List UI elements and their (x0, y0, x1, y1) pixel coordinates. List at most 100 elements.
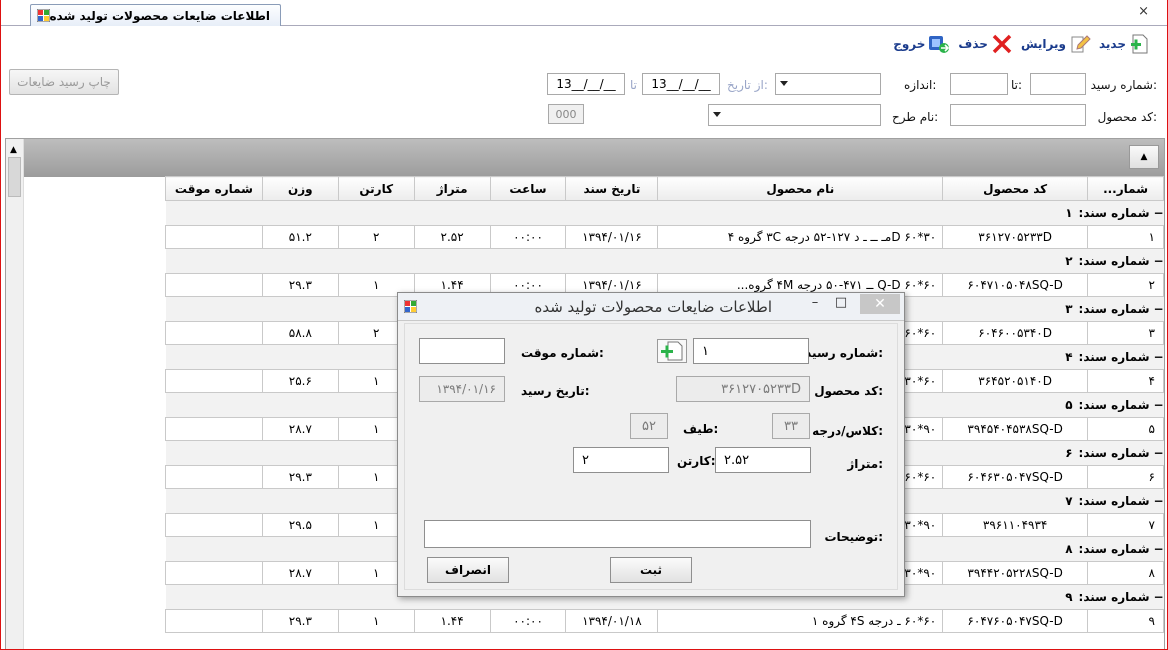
cell-receipt-no: ۶ (1087, 465, 1164, 489)
dlg-class-field: ۳۳ (772, 413, 810, 439)
scroll-up-icon[interactable]: ▲ (10, 145, 17, 155)
header-row: شمار... کد محصول نام محصول تاریخ سند ساع… (165, 176, 1164, 201)
tab-strip: اطلاعات ضایعات محصولات تولید شده × (1, 0, 1167, 26)
vertical-scrollbar[interactable]: ▲ (6, 139, 24, 649)
new-receipt-button[interactable] (657, 339, 687, 363)
exit-icon (929, 36, 950, 53)
delete-button[interactable]: حذف (958, 33, 1013, 55)
dlg-meter-input[interactable]: ۲.۵۲ (715, 447, 811, 473)
dlg-temp-no-input[interactable] (419, 338, 505, 364)
maximize-button[interactable]: □ (828, 295, 854, 313)
col-temp-no[interactable]: شماره موقت (165, 176, 263, 201)
group-doc-no: ۹ (1065, 590, 1073, 604)
cell-product-code: ۶۰۴۶۳۰۵۰۴۷SQ-D (942, 465, 1089, 489)
group-doc-no: ۲ (1065, 254, 1073, 268)
minimize-button[interactable]: – (802, 295, 828, 313)
cell-weight: ۲۹.۳ (261, 465, 339, 489)
close-tab-icon[interactable]: × (1138, 5, 1149, 19)
cell-temp-no (165, 225, 263, 249)
cell-product-code: ۶۰۴۶۰۰۵۳۴۰D (942, 321, 1089, 345)
col-meterage[interactable]: متراژ (413, 176, 491, 201)
cell-receipt-no: ۹ (1087, 609, 1164, 633)
collapse-group-icon[interactable]: − (1153, 254, 1163, 268)
group-label: شماره سند: (1078, 446, 1150, 460)
collapse-group-icon[interactable]: − (1153, 590, 1163, 604)
cell-temp-no (165, 273, 263, 297)
cell-temp-no (165, 561, 263, 585)
print-waste-receipt-button[interactable]: چاپ رسید ضایعات (9, 69, 119, 95)
group-doc-no: ۳ (1065, 302, 1073, 316)
collapse-group-icon[interactable]: − (1153, 542, 1163, 556)
collapse-group-icon[interactable]: − (1153, 494, 1163, 508)
form-icon (37, 9, 50, 22)
form-icon (404, 300, 417, 313)
from-date-label: از تاریخ: (727, 78, 768, 92)
collapse-panel-button[interactable]: ▲ (1129, 145, 1159, 169)
product-code-input[interactable] (950, 104, 1086, 126)
counter-box: 000 (548, 104, 584, 124)
dlg-notes-input[interactable] (424, 520, 811, 548)
receipt-no-from-input[interactable] (1030, 73, 1086, 95)
chevron-down-icon (713, 112, 721, 117)
collapse-group-icon[interactable]: − (1153, 398, 1163, 412)
table-row[interactable]: ۱ ۳۶۱۲۷۰۵۲۳۳D ۳۰*۶۰ Dمـ ــ ـ د ۱۲۷-۵۲ درجه… (165, 225, 1164, 249)
collapse-group-icon[interactable]: − (1153, 302, 1163, 316)
dlg-receipt-date-label: تاریخ رسید: (521, 384, 590, 398)
design-name-select[interactable] (708, 104, 881, 126)
cancel-button[interactable]: انصراف (427, 557, 509, 583)
col-time[interactable]: ساعت (489, 176, 567, 201)
cell-product-code: ۳۶۴۵۲۰۵۱۴۰D (942, 369, 1089, 393)
submit-button[interactable]: ثبت (610, 557, 692, 583)
to-date-input[interactable]: 13__/__/__ (547, 73, 625, 95)
collapse-group-icon[interactable]: − (1153, 350, 1163, 364)
collapse-group-icon[interactable]: − (1153, 206, 1163, 220)
table-row[interactable]: ۹ ۶۰۴۷۶۰۵۰۴۷SQ-D ۶۰*۶۰ ـ درجه ۴S گروه ۱ ۱۳۹… (165, 609, 1164, 633)
group-label: شماره سند: (1078, 590, 1150, 604)
cell-receipt-no: ۱ (1087, 225, 1164, 249)
edit-pencil-icon (1071, 35, 1091, 53)
col-product-code[interactable]: کد محصول (942, 176, 1089, 201)
col-receipt-no[interactable]: شمار... (1087, 176, 1164, 201)
group-row[interactable]: − شماره سند: ۲ (165, 248, 1164, 274)
cell-product-code: ۶۰۴۷۶۰۵۰۴۷SQ-D (942, 609, 1089, 633)
dlg-carton-input[interactable]: ۲ (573, 447, 669, 473)
collapse-group-icon[interactable]: − (1153, 446, 1163, 460)
col-doc-date[interactable]: تاریخ سند (565, 176, 659, 201)
receipt-no-label: شماره رسید: (1090, 78, 1157, 92)
size-select[interactable] (775, 73, 881, 95)
scroll-thumb[interactable] (8, 157, 21, 197)
col-product-name[interactable]: نام محصول (657, 176, 944, 201)
cell-receipt-no: ۸ (1087, 561, 1164, 585)
dialog-title: اطلاعات ضایعات محصولات تولید شده (534, 298, 772, 316)
tab-waste-info[interactable]: اطلاعات ضایعات محصولات تولید شده (30, 4, 281, 26)
group-header: − شماره سند: ۲ (165, 248, 1164, 274)
group-doc-no: ۷ (1065, 494, 1073, 508)
cell-meterage: ۲.۵۲ (413, 225, 491, 249)
dlg-carton-label: کارتن: (677, 454, 716, 468)
exit-button[interactable]: خروج (893, 33, 950, 55)
col-carton[interactable]: کارتن (337, 176, 415, 201)
group-row[interactable]: − شماره سند: ۱ (165, 200, 1164, 226)
size-label: اندازه: (904, 78, 937, 92)
filter-panel: شماره رسید: تا: اندازه: از تاریخ: 13__/_… (1, 62, 1167, 136)
group-header: − شماره سند: ۱ (165, 200, 1164, 226)
cell-temp-no (165, 417, 263, 441)
dlg-shade-label: طیف: (683, 422, 719, 436)
receipt-no-to-input[interactable] (950, 73, 1008, 95)
group-doc-no: ۸ (1065, 542, 1073, 556)
new-button[interactable]: جدید (1099, 33, 1151, 55)
to-label: تا: (1011, 78, 1023, 92)
from-date-input[interactable]: 13__/__/__ (642, 73, 720, 95)
dialog-body: شماره رسید: ۱ شماره موقت: کد محصول: ۳۶۱۲… (404, 323, 898, 590)
dlg-receipt-no-input[interactable]: ۱ (693, 338, 809, 364)
col-weight[interactable]: وزن (261, 176, 339, 201)
dlg-product-code-label: کد محصول: (814, 384, 883, 398)
edit-button[interactable]: ویرایش (1021, 33, 1091, 55)
chevron-down-icon (780, 81, 788, 86)
dialog-titlebar[interactable]: اطلاعات ضایعات محصولات تولید شده – □ ✕ (398, 293, 904, 321)
close-dialog-button[interactable]: ✕ (860, 294, 900, 314)
dlg-receipt-no-label: شماره رسید: (805, 346, 883, 360)
cell-weight: ۵۸.۸ (261, 321, 339, 345)
cell-weight: ۲۵.۶ (261, 369, 339, 393)
group-panel: ▲ (24, 139, 1164, 177)
